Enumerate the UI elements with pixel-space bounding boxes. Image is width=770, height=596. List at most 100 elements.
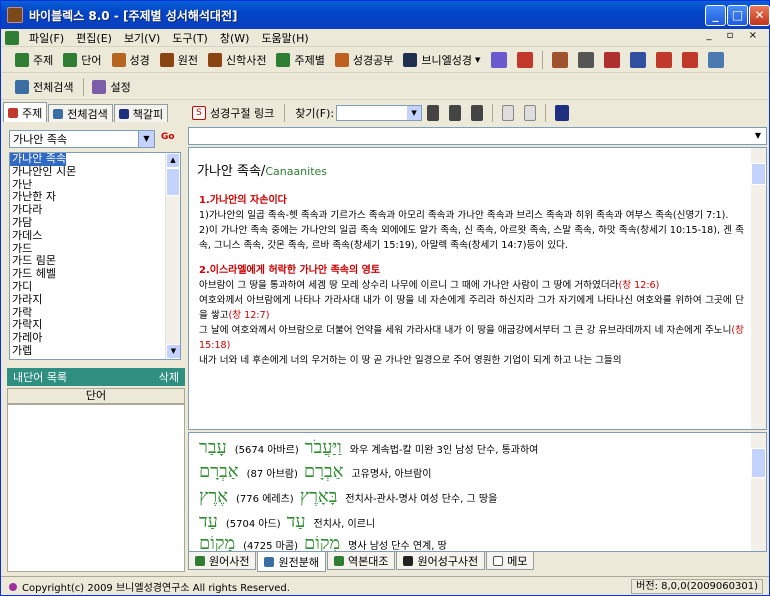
book-icon bbox=[333, 555, 344, 566]
list-item[interactable]: 가라지 bbox=[10, 293, 180, 307]
chevron-down-icon[interactable]: ▼ bbox=[751, 129, 765, 143]
bible-button[interactable]: 성경 bbox=[108, 49, 154, 71]
my-words-header: 내단어 목록 삭제 bbox=[7, 368, 185, 386]
tab-bookmark[interactable]: 책갈피 bbox=[113, 104, 169, 122]
book-icon bbox=[159, 52, 174, 67]
red-icon[interactable] bbox=[656, 51, 673, 68]
bible-study-button[interactable]: 성경공부 bbox=[331, 49, 397, 71]
tab-memo[interactable]: 메모 bbox=[486, 552, 535, 570]
verse-link[interactable]: (창 12:6) bbox=[619, 280, 660, 291]
tab-original-analysis[interactable]: 원전분해 bbox=[257, 552, 326, 572]
green-bracket-icon bbox=[15, 52, 29, 67]
menu-tools[interactable]: 도구(T) bbox=[166, 30, 214, 46]
print-icon[interactable] bbox=[578, 51, 595, 68]
book-icon bbox=[403, 52, 418, 67]
my-words-column-header[interactable]: 단어 bbox=[7, 388, 185, 404]
tab-full-search[interactable]: 전체검색 bbox=[48, 104, 113, 122]
scroll-thumb[interactable] bbox=[166, 168, 180, 196]
chevron-down-icon[interactable]: ▼ bbox=[138, 131, 154, 147]
minimize-button[interactable]: _ bbox=[705, 5, 726, 26]
theology-dict-button[interactable]: 신학사전 bbox=[204, 49, 270, 71]
bracket-icon bbox=[195, 555, 205, 566]
scroll-down-icon[interactable]: ▼ bbox=[166, 344, 180, 359]
find-input[interactable]: ▼ bbox=[336, 105, 423, 121]
copy-icon[interactable] bbox=[552, 51, 569, 68]
menu-view[interactable]: 보기(V) bbox=[118, 30, 166, 46]
tool-icon[interactable] bbox=[517, 51, 534, 68]
d-icon bbox=[403, 555, 414, 566]
article-view[interactable]: 가나안 족속/Canaanites 1.가나안의 자손이다 1)가나안의 일곱 … bbox=[188, 147, 767, 430]
topic-button[interactable]: 주제 bbox=[11, 49, 57, 71]
original-analysis-view[interactable]: עָבַר (5674 아바르) וַיַּעֲבֹר 와우 계속법-칼 미완 3인 … bbox=[188, 432, 767, 552]
settings-button[interactable]: 설정 bbox=[88, 76, 134, 98]
verse-link-button[interactable]: S 성경구절 링크 bbox=[188, 102, 278, 124]
find-next-icon[interactable] bbox=[427, 105, 440, 121]
scroll-thumb[interactable] bbox=[751, 163, 766, 185]
left-panel: 주제 전체검색 책갈피 가나안 족속 ▼ Go 가나안 족속 가나안인 시몬 가… bbox=[3, 102, 186, 574]
kanji-icon[interactable] bbox=[682, 51, 699, 68]
word-button[interactable]: 단어 bbox=[59, 49, 105, 71]
go-icon[interactable]: Go bbox=[161, 132, 177, 146]
title-bar[interactable]: 바이블렉스 8.0 - [주제별 성서해석대전] _ □ ✕ bbox=[1, 1, 770, 29]
note-icon[interactable] bbox=[630, 51, 647, 68]
page-icon[interactable] bbox=[524, 105, 537, 121]
maximize-button[interactable]: □ bbox=[727, 5, 748, 26]
analysis-row: עַד (5704 아드) עַד 전치사, 이르니 bbox=[199, 511, 376, 532]
menu-file[interactable]: 파일(F) bbox=[23, 30, 70, 46]
list-item[interactable]: 가디 bbox=[10, 280, 180, 294]
find-group: 찾기(F): ▼ bbox=[295, 105, 423, 121]
analysis-scrollbar[interactable] bbox=[751, 433, 766, 551]
copyright-text: Copyright(c) 2009 브니엘성경연구소 All rights Re… bbox=[22, 583, 290, 594]
list-item[interactable]: 가레아 bbox=[10, 331, 180, 345]
analysis-row: אַבְרָם (87 아브람) אַבְרָם 고유명사, 아브람이 bbox=[199, 461, 432, 482]
section-heading: 2.이스라엘에게 허락한 가나안 족속의 영토 bbox=[199, 265, 381, 276]
list-item[interactable]: 가나안 족속 bbox=[10, 153, 66, 166]
book-icon bbox=[276, 52, 291, 67]
paragraph: 아브람이 그 땅을 통과하여 세겜 땅 모레 상수리 나무에 이르니 그 때에 … bbox=[199, 280, 660, 291]
list-item[interactable]: 가나안인 시몬 bbox=[10, 165, 180, 179]
menu-bar: 파일(F) 편집(E) 보기(V) 도구(T) 창(W) 도움말(H) _ ▫ … bbox=[1, 29, 769, 47]
search-icon bbox=[15, 79, 29, 94]
mdi-controls[interactable]: _ ▫ × bbox=[706, 30, 763, 41]
topic-combo[interactable]: 가나안 족속 ▼ bbox=[9, 130, 155, 148]
tab-topic[interactable]: 주제 bbox=[3, 102, 48, 122]
list-item[interactable]: 가다라 bbox=[10, 203, 180, 217]
list-item[interactable]: 가데스 bbox=[10, 229, 180, 243]
peniel-bible-button[interactable]: 브니엘성경 ▼ bbox=[399, 49, 484, 71]
book-icon bbox=[111, 52, 126, 67]
menu-window[interactable]: 창(W) bbox=[214, 30, 256, 46]
tab-original-concordance[interactable]: 원어성구사전 bbox=[396, 552, 486, 570]
verse-link[interactable]: (창 12:7) bbox=[229, 310, 270, 321]
menu-help[interactable]: 도움말(H) bbox=[255, 30, 314, 46]
binoculars-icon[interactable] bbox=[471, 105, 484, 121]
full-search-button[interactable]: 전체검색 bbox=[11, 76, 77, 98]
menu-edit[interactable]: 편집(E) bbox=[70, 30, 118, 46]
page-icon[interactable] bbox=[604, 51, 621, 68]
book-icon bbox=[208, 52, 222, 67]
reference-combo[interactable]: ▼ bbox=[188, 127, 767, 145]
scroll-thumb[interactable] bbox=[751, 448, 766, 478]
tab-original-dictionary[interactable]: 원어사전 bbox=[188, 552, 257, 570]
word-list-scrollbar[interactable]: ▲ ▼ bbox=[165, 153, 180, 359]
by-topic-button[interactable]: 주제별 bbox=[272, 49, 328, 71]
paragraph: 1)가나안의 일곱 족속-헷 족속과 기르가스 족속과 아모리 족속과 가나안 … bbox=[199, 210, 729, 221]
original-button[interactable]: 원전 bbox=[156, 49, 202, 71]
web-icon[interactable] bbox=[708, 51, 725, 68]
version-text: 버전: 8,0,0(2009060301) bbox=[631, 579, 763, 594]
list-item[interactable]: 가담 bbox=[10, 216, 180, 230]
book-icon[interactable] bbox=[555, 105, 570, 121]
chevron-down-icon[interactable]: ▼ bbox=[407, 106, 422, 120]
page-icon[interactable] bbox=[502, 105, 515, 121]
tab-version-compare[interactable]: 역본대조 bbox=[326, 552, 396, 570]
my-words-list[interactable] bbox=[7, 404, 185, 572]
article-scrollbar[interactable] bbox=[751, 148, 766, 429]
close-button[interactable]: ✕ bbox=[749, 5, 770, 26]
s-icon: S bbox=[192, 106, 206, 120]
word-list[interactable]: 가나안 족속 가나안인 시몬 가난 가난한 자 가다라 가담 가데스 가드 가드… bbox=[9, 152, 181, 360]
find-prev-icon[interactable] bbox=[449, 105, 462, 121]
scroll-up-icon[interactable]: ▲ bbox=[166, 153, 180, 168]
grid-icon[interactable] bbox=[491, 51, 508, 68]
list-item[interactable]: 가렙 bbox=[10, 344, 180, 358]
delete-button[interactable]: 삭제 bbox=[159, 369, 179, 385]
list-item[interactable]: 가드 헤벨 bbox=[10, 267, 180, 281]
